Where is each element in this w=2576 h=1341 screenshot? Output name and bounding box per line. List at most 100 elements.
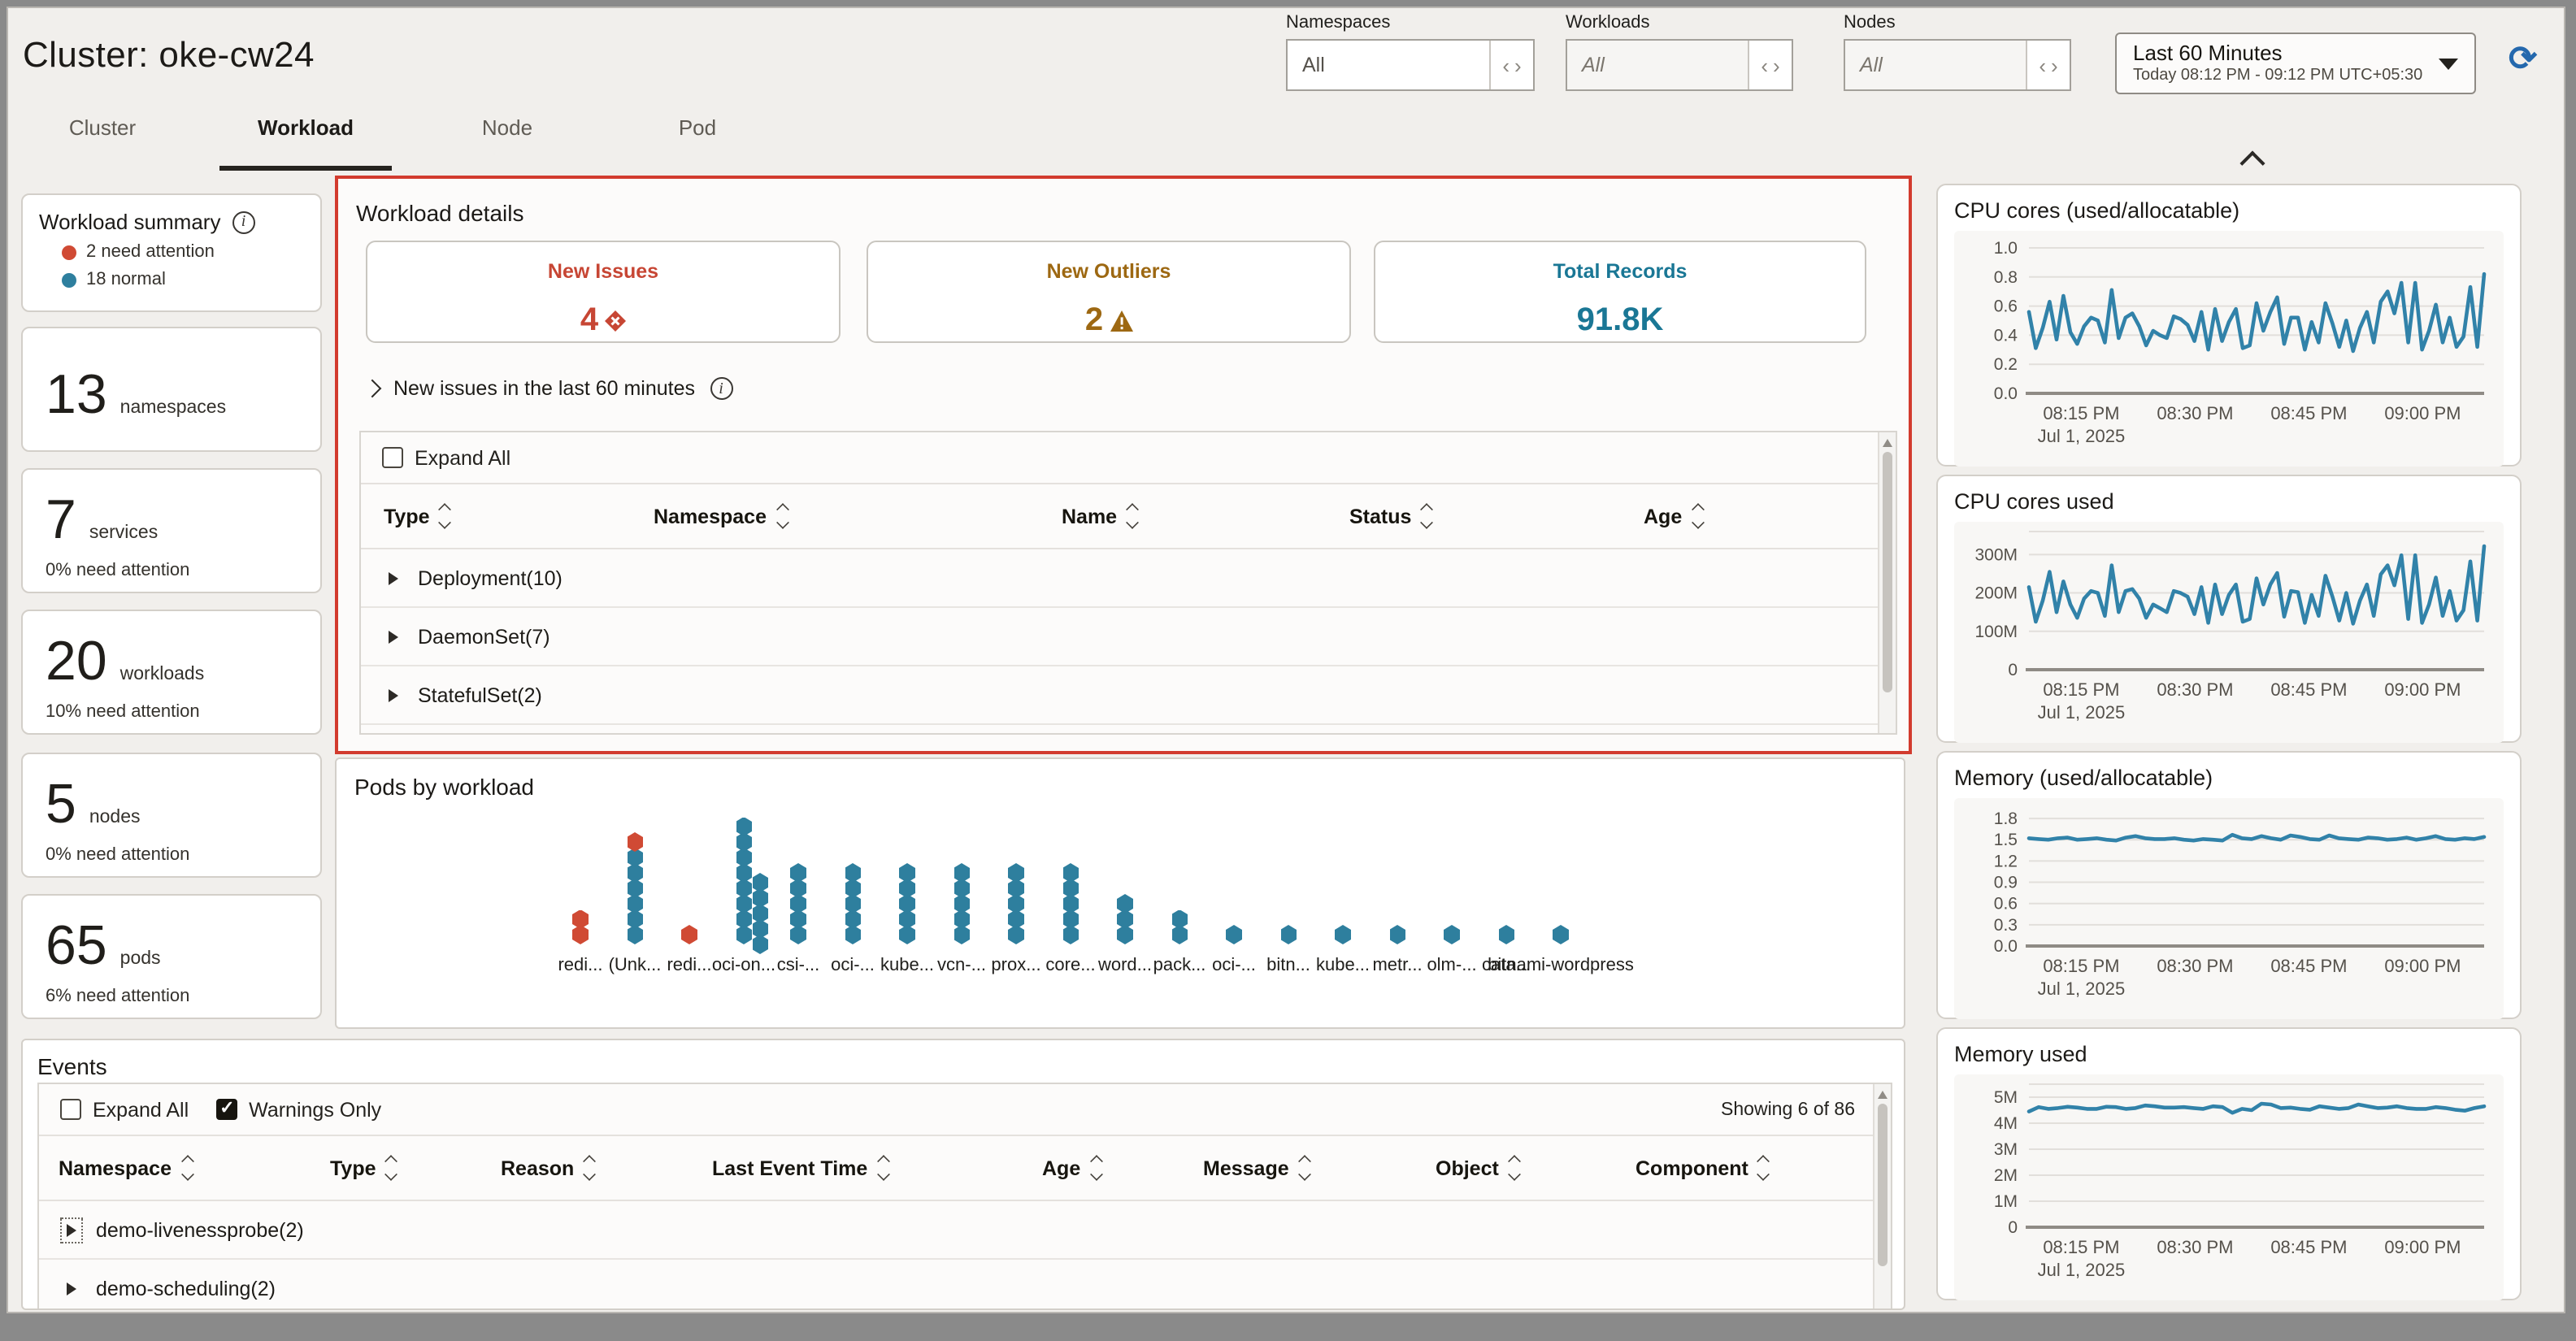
info-icon[interactable]: i [232,210,254,233]
pod-hex-icon[interactable] [1389,925,1405,944]
column-header-namespace[interactable]: Namespace [654,504,788,528]
column-header-message[interactable]: Message [1203,1156,1310,1180]
pod-hex-icon[interactable] [1226,925,1242,944]
kpi-new-outliers[interactable]: New Outliers 2 [867,241,1351,343]
column-header-status[interactable]: Status [1349,504,1432,528]
events-expand-all-checkbox[interactable] [60,1099,81,1120]
namespaces-select[interactable]: All ‹› [1286,39,1535,91]
expand-row-icon[interactable] [389,571,398,584]
workloads-select[interactable]: All ‹› [1566,39,1793,91]
events-scrollbar[interactable] [1873,1084,1891,1310]
pod-hex-icon[interactable] [572,909,589,929]
sort-icon[interactable] [776,504,788,528]
scroll-up-icon[interactable] [1883,439,1892,447]
pod-hex-icon[interactable] [1117,894,1133,914]
expand-row-icon[interactable] [67,1223,76,1236]
scrollbar-thumb[interactable] [1877,1104,1887,1266]
column-header-object[interactable]: Object [1436,1156,1520,1180]
expand-row-icon[interactable] [389,630,398,643]
pod-hex-icon[interactable] [1335,925,1351,944]
sort-icon[interactable] [1090,1156,1101,1180]
column-header-age[interactable]: Age [1644,504,1703,528]
pod-hex-icon[interactable] [681,925,697,944]
table-row[interactable]: StatefulSet(2) [361,666,1896,725]
workload-summary-card[interactable]: Workload summary i 2 need attention18 no… [21,193,322,312]
pod-hex-icon[interactable] [1498,925,1514,944]
pod-hex-icon[interactable] [899,863,915,883]
pod-hex-icon[interactable] [736,817,752,836]
stat-card-nodes[interactable]: 5 nodes 0% need attention [21,753,322,878]
expand-row-icon[interactable] [389,688,398,701]
pod-hex-icon[interactable] [790,863,806,883]
scrollbar-thumb[interactable] [1882,452,1892,692]
column-header-reason[interactable]: Reason [501,1156,595,1180]
column-header-type[interactable]: Type [384,504,451,528]
svg-text:08:15 PM: 08:15 PM [2043,403,2119,423]
column-header-namespace[interactable]: Namespace [59,1156,193,1180]
next-arrow-icon[interactable]: › [1773,53,1780,77]
sort-icon[interactable] [1758,1156,1770,1180]
table-row[interactable]: Deployment(10) [361,549,1896,608]
sort-icon[interactable] [181,1156,193,1180]
scroll-up-icon[interactable] [1878,1091,1887,1099]
pod-hex-icon[interactable] [1553,925,1569,944]
expand-row-icon[interactable] [67,1282,76,1295]
sort-icon[interactable] [877,1156,888,1180]
pod-hex-icon[interactable] [954,863,970,883]
pod-hex-icon[interactable] [1444,925,1460,944]
expand-all-checkbox[interactable] [382,447,403,468]
next-arrow-icon[interactable]: › [1514,53,1522,77]
nodes-select[interactable]: All ‹› [1844,39,2071,91]
table-row[interactable]: demo-scheduling(2) [39,1260,1891,1310]
next-arrow-icon[interactable]: › [2051,53,2058,77]
sort-icon[interactable] [386,1156,397,1180]
prev-arrow-icon[interactable]: ‹ [1761,53,1768,77]
kpi-new-issues[interactable]: New Issues 4 [366,241,841,343]
tab-pod[interactable]: Pod [652,115,743,158]
column-header-last-event-time[interactable]: Last Event Time [712,1156,888,1180]
tab-cluster[interactable]: Cluster [44,115,161,158]
info-icon[interactable]: i [710,377,732,400]
tab-workload[interactable]: Workload [219,115,392,158]
sort-icon[interactable] [1421,504,1432,528]
pod-hex-icon[interactable] [752,873,768,892]
sort-icon[interactable] [1127,504,1138,528]
time-range-select[interactable]: Last 60 Minutes Today 08:12 PM - 09:12 P… [2115,33,2476,94]
column-header-name[interactable]: Name [1062,504,1138,528]
pod-hex-icon[interactable] [845,863,861,883]
new-issues-expander[interactable]: New issues in the last 60 minutes i [366,377,732,400]
collapse-panel-button[interactable] [2219,151,2284,180]
pod-hex-icon[interactable] [1062,863,1079,883]
column-header-type[interactable]: Type [330,1156,397,1180]
pod-hex-icon[interactable] [1171,909,1188,929]
table-row[interactable]: DaemonSet(7) [361,608,1896,666]
nodes-arrows[interactable]: ‹› [2026,41,2070,89]
column-header-component[interactable]: Component [1636,1156,1770,1180]
pod-hex-icon[interactable] [1280,925,1297,944]
stat-card-namespaces[interactable]: 13 namespaces [21,327,322,452]
stat-card-pods[interactable]: 65 pods 6% need attention [21,894,322,1019]
prev-arrow-icon[interactable]: ‹ [1502,53,1510,77]
sort-icon[interactable] [584,1156,595,1180]
pods-by-workload-chart: redi...(Unk...redi...oci-on...csi-...oci… [337,759,1904,1027]
warnings-only-checkbox[interactable] [216,1099,237,1120]
sort-icon[interactable] [1509,1156,1520,1180]
stat-card-workloads[interactable]: 20 workloads 10% need attention [21,610,322,735]
sort-icon[interactable] [1299,1156,1310,1180]
table-row[interactable]: demo-livenessprobe(2) [39,1201,1891,1260]
namespaces-arrows[interactable]: ‹› [1489,41,1533,89]
stat-card-services[interactable]: 7 services 0% need attention [21,468,322,593]
prev-arrow-icon[interactable]: ‹ [2039,53,2046,77]
tab-node[interactable]: Node [454,115,561,158]
refresh-button[interactable]: ⟳ [2509,42,2537,76]
sort-icon[interactable] [440,504,451,528]
column-header-age[interactable]: Age [1042,1156,1101,1180]
workload-table-scrollbar[interactable] [1878,432,1896,733]
kpi-total-records[interactable]: Total Records 91.8K [1374,241,1866,343]
workloads-arrows[interactable]: ‹› [1748,41,1792,89]
pod-column-label: oci-... [1212,956,1256,975]
pod-column-label: redi... [558,956,602,975]
sort-icon[interactable] [1692,504,1703,528]
pod-hex-icon[interactable] [1008,863,1024,883]
pod-hex-icon[interactable] [627,832,643,852]
